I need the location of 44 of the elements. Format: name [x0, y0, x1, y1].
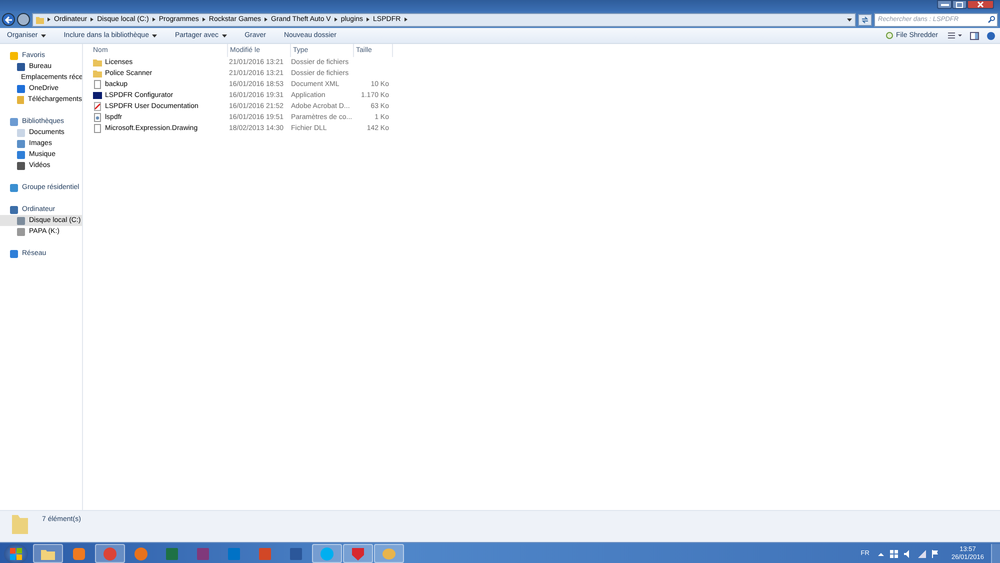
close-button[interactable] [967, 0, 994, 9]
file-icon [93, 124, 102, 133]
chevron-right-icon[interactable] [202, 17, 206, 22]
caret-icon [152, 34, 157, 38]
chevron-right-icon[interactable] [47, 17, 51, 22]
list-view-icon [948, 32, 962, 39]
dropdown-caret-icon[interactable] [847, 18, 852, 22]
taskbar-button[interactable] [343, 544, 373, 563]
forward-button[interactable] [17, 13, 30, 26]
restore-icon [956, 1, 964, 8]
folder-icon [36, 16, 44, 24]
refresh-button[interactable] [858, 14, 872, 26]
restore-button[interactable] [952, 0, 967, 9]
chevron-right-icon[interactable] [366, 17, 370, 22]
back-arrow-icon [4, 14, 14, 24]
windows-logo-icon [9, 546, 23, 560]
flag-icon[interactable] [932, 550, 940, 558]
close-icon [977, 1, 984, 8]
signal-icon[interactable] [918, 550, 926, 558]
taskbar-button[interactable] [95, 544, 125, 563]
caret-icon [40, 34, 46, 38]
back-button[interactable] [2, 13, 15, 26]
preview-pane-button[interactable] [970, 32, 979, 40]
file-icon [93, 80, 102, 89]
windows-flag-icon[interactable] [890, 550, 898, 558]
pdf-file-icon [93, 102, 102, 111]
chevron-right-icon[interactable] [334, 17, 338, 22]
taskbar-button[interactable] [33, 544, 63, 563]
start-button[interactable] [4, 544, 28, 563]
refresh-icon [861, 16, 869, 24]
folder-icon [10, 513, 30, 535]
application-icon [93, 91, 102, 100]
show-hidden-icons-icon[interactable] [878, 550, 884, 556]
minimize-button[interactable] [937, 0, 952, 9]
chevron-right-icon[interactable] [90, 17, 94, 22]
chevron-right-icon[interactable] [404, 17, 408, 22]
chevron-right-icon[interactable] [152, 17, 156, 22]
minimize-icon [940, 2, 948, 6]
settings-file-icon [93, 113, 102, 122]
pane-icon [970, 32, 979, 40]
search-icon [988, 16, 995, 23]
caret-icon [222, 34, 227, 38]
chevron-right-icon[interactable] [264, 17, 268, 22]
view-options-button[interactable] [948, 32, 962, 39]
